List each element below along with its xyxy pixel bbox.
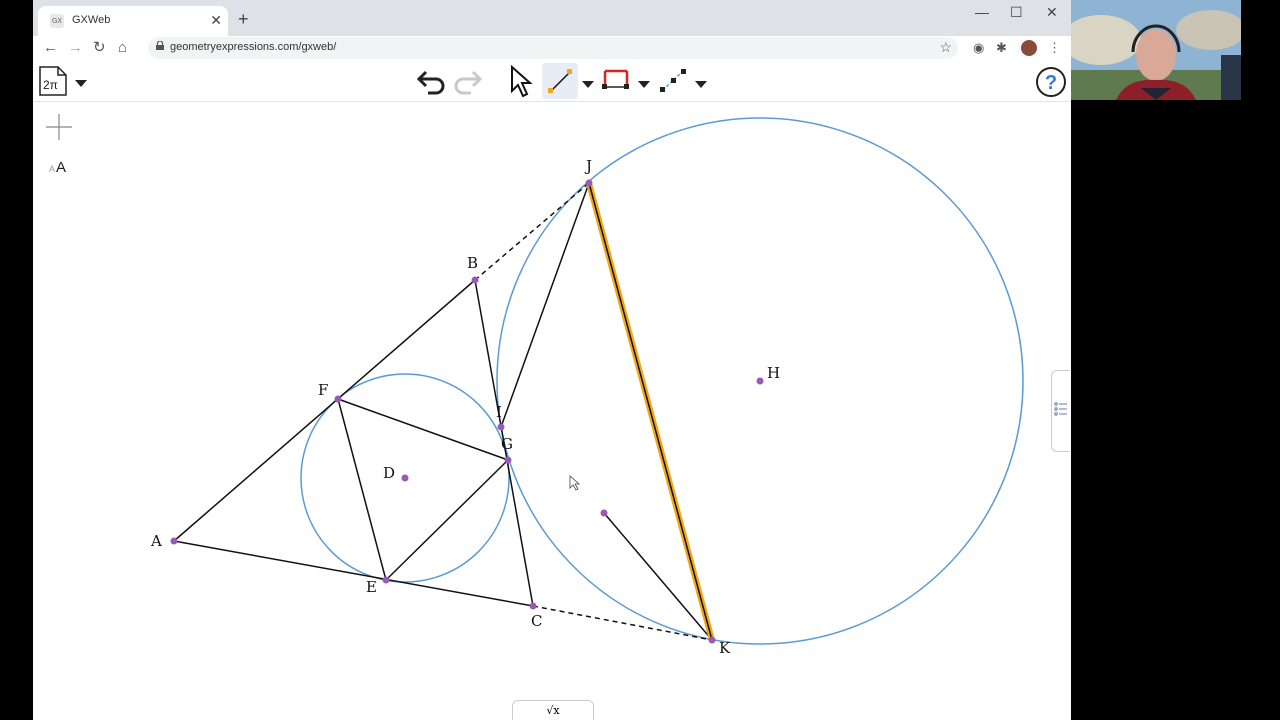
redo-icon[interactable]	[451, 66, 483, 101]
side-panel-toggle[interactable]	[1051, 370, 1070, 452]
document-button-label: 2π	[43, 78, 58, 92]
gx-favicon-icon: GX	[50, 14, 64, 28]
label-a: A	[150, 532, 162, 550]
presenter-video-image	[1071, 0, 1241, 100]
home-icon[interactable]: ⌂	[118, 38, 127, 58]
maximize-icon[interactable]: ☐	[1010, 4, 1023, 21]
segment-ab[interactable]	[173, 279, 476, 542]
point-c[interactable]	[529, 602, 537, 610]
constraint-dropdown-icon[interactable]	[637, 76, 651, 94]
point-k[interactable]	[708, 636, 716, 644]
document-dropdown-icon[interactable]	[74, 75, 88, 93]
point-i[interactable]	[497, 423, 505, 431]
add-point-tool[interactable]	[46, 114, 72, 140]
forward-icon[interactable]: →	[68, 38, 83, 58]
tab-strip: GX GXWeb ✕ + — ☐ ✕	[33, 0, 1071, 36]
label-i: I	[496, 403, 502, 421]
sqrt-x-label: √x	[546, 704, 560, 717]
point-b[interactable]	[471, 276, 479, 284]
menu-kebab-icon[interactable]: ⋮	[1048, 40, 1061, 56]
reload-icon[interactable]: ↻	[93, 38, 106, 58]
geometry-canvas[interactable]: A A A B C D E F G H I J K	[33, 102, 1071, 720]
segment-fe[interactable]	[337, 398, 387, 581]
point-f[interactable]	[334, 395, 342, 403]
profile-avatar[interactable]	[1021, 40, 1037, 56]
bookmark-star-icon[interactable]: ☆	[939, 39, 952, 56]
app-toolbar: 2π ?	[33, 61, 1071, 102]
point-g[interactable]	[504, 456, 512, 464]
label-b: B	[467, 254, 478, 272]
url-text: geometryexpressions.com/gxweb/	[170, 41, 337, 53]
point-h[interactable]	[756, 377, 764, 385]
segment-icon	[548, 69, 572, 93]
tab-title: GXWeb	[72, 14, 111, 26]
text-size-large-label: A	[56, 159, 66, 176]
omnibox[interactable]: geometryexpressions.com/gxweb/ ☆	[148, 37, 958, 59]
extensions-puzzle-icon[interactable]: ✱	[996, 40, 1007, 56]
point-a[interactable]	[170, 537, 178, 545]
webcam-video	[1071, 0, 1241, 100]
label-c: C	[531, 612, 542, 630]
close-window-icon[interactable]: ✕	[1046, 4, 1058, 21]
dashed-line-ck[interactable]	[532, 605, 713, 641]
help-icon[interactable]: ?	[1035, 66, 1067, 103]
document-button[interactable]: 2π	[38, 65, 68, 97]
label-g: G	[501, 435, 513, 453]
construction-dropdown-icon[interactable]	[694, 76, 708, 94]
new-tab-icon[interactable]: +	[238, 10, 249, 28]
label-j: J	[584, 157, 592, 175]
point-free[interactable]	[600, 509, 608, 517]
minimize-icon[interactable]: —	[975, 4, 989, 20]
point-d[interactable]	[401, 474, 409, 482]
segment-jk[interactable]	[588, 182, 713, 641]
algebra-panel-toggle[interactable]: √x	[512, 700, 594, 720]
geometry-drawing[interactable]: A A A B C D E F G H I J K	[33, 102, 1071, 720]
lock-icon	[156, 41, 164, 50]
label-e: E	[366, 578, 377, 596]
svg-text:?: ?	[1045, 72, 1057, 94]
constraint-tool-icon[interactable]	[601, 67, 631, 100]
mouse-cursor-icon	[569, 475, 581, 491]
address-bar-row: ← → ↻ ⌂ geometryexpressions.com/gxweb/ ☆…	[33, 36, 1071, 61]
construction-tool-icon[interactable]	[658, 67, 688, 100]
tab-gxweb[interactable]: GX GXWeb ✕	[38, 6, 228, 36]
tab-close-icon[interactable]: ✕	[210, 12, 222, 28]
label-d: D	[383, 464, 395, 482]
text-size-small-label: A	[49, 164, 55, 174]
label-k: K	[719, 639, 731, 657]
point-j[interactable]	[585, 179, 593, 187]
label-f: F	[318, 381, 328, 399]
browser-window: GX GXWeb ✕ + — ☐ ✕ ← → ↻ ⌂ geometryexpre…	[33, 0, 1071, 720]
point-e[interactable]	[382, 576, 390, 584]
draw-segment-tool[interactable]	[542, 63, 578, 99]
select-arrow-icon[interactable]	[509, 64, 535, 104]
back-icon[interactable]: ←	[43, 38, 58, 58]
extension-circle-icon[interactable]: ◉	[973, 40, 984, 56]
text-size-tool[interactable]: A A	[49, 159, 66, 176]
label-h: H	[767, 364, 780, 382]
list-panel-icon	[1054, 402, 1067, 416]
segment-dropdown-icon[interactable]	[581, 76, 595, 94]
undo-icon[interactable]	[416, 66, 448, 101]
